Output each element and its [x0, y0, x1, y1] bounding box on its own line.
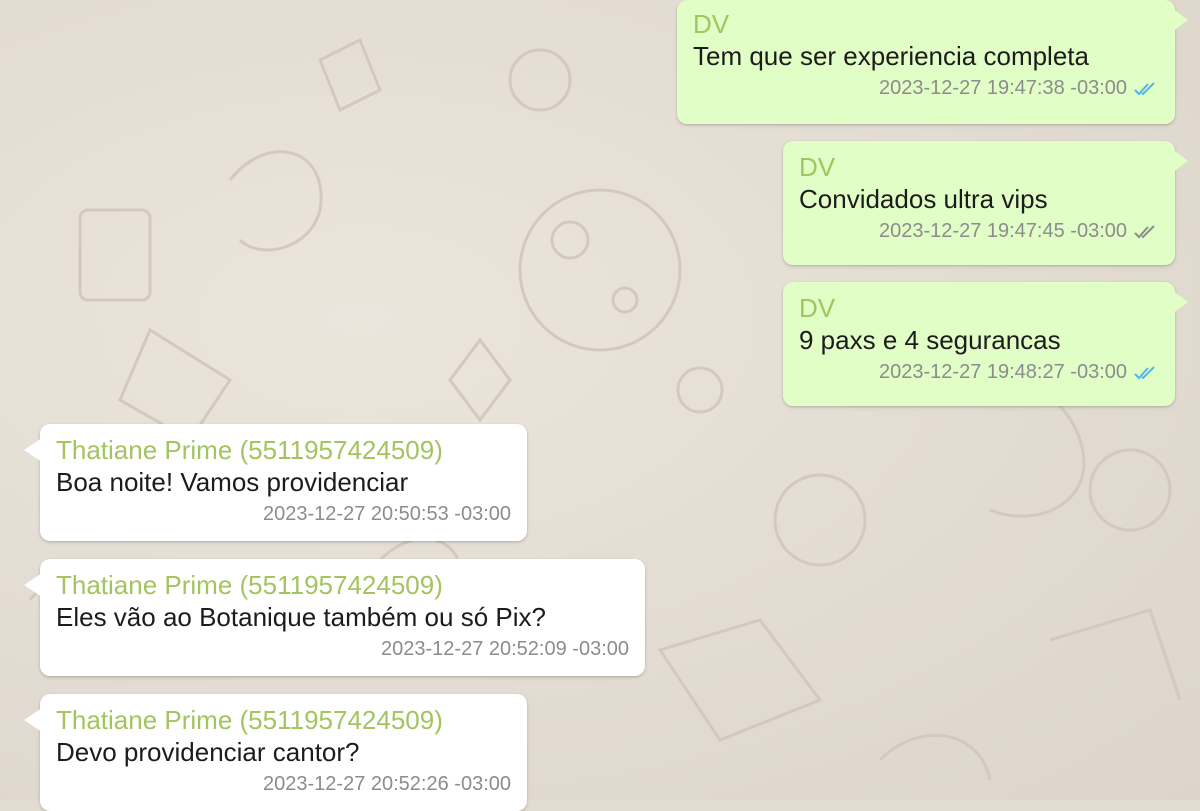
sender-name: Thatiane Prime (5511957424509) [56, 435, 443, 465]
sender-name: DV [799, 293, 836, 323]
message-meta: 2023-12-27 19:48:27 -03:00 [799, 358, 1159, 386]
message-meta: 2023-12-27 19:47:45 -03:00 [799, 217, 1159, 245]
message-timestamp: 2023-12-27 19:47:45 -03:00 [879, 220, 1127, 242]
double-check-gray-icon [1133, 224, 1159, 240]
message-text: Convidados ultra vips [799, 184, 1048, 214]
sender-name: DV [799, 152, 836, 182]
outgoing-message[interactable]: DV Convidados ultra vips 2023-12-27 19:4… [783, 141, 1188, 265]
message-text: Tem que ser experiencia completa [693, 41, 1089, 71]
message-text: Boa noite! Vamos providenciar [56, 467, 409, 497]
sender-name: Thatiane Prime (5511957424509) [56, 705, 443, 735]
incoming-message[interactable]: Thatiane Prime (5511957424509) Boa noite… [24, 424, 527, 541]
outgoing-message[interactable]: DV 9 paxs e 4 segurancas 2023-12-27 19:4… [783, 282, 1188, 406]
message-timestamp: 2023-12-27 20:50:53 -03:00 [263, 503, 511, 525]
message-timestamp: 2023-12-27 20:52:26 -03:00 [263, 773, 511, 795]
message-text: 9 paxs e 4 segurancas [799, 325, 1061, 355]
outgoing-message[interactable]: DV Tem que ser experiencia completa 2023… [677, 0, 1188, 124]
incoming-message[interactable]: Thatiane Prime (5511957424509) Eles vão … [24, 559, 645, 676]
double-check-blue-icon [1133, 81, 1159, 97]
sender-name: DV [693, 9, 730, 39]
message-meta: 2023-12-27 19:47:38 -03:00 [693, 74, 1159, 102]
message-timestamp: 2023-12-27 19:48:27 -03:00 [879, 361, 1127, 383]
message-text: Eles vão ao Botanique também ou só Pix? [56, 602, 546, 632]
incoming-message[interactable]: Thatiane Prime (5511957424509) Devo prov… [24, 694, 527, 811]
message-timestamp: 2023-12-27 20:52:09 -03:00 [381, 638, 629, 660]
sender-name: Thatiane Prime (5511957424509) [56, 570, 443, 600]
message-text: Devo providenciar cantor? [56, 737, 360, 767]
message-timestamp: 2023-12-27 19:47:38 -03:00 [879, 77, 1127, 99]
double-check-blue-icon [1133, 365, 1159, 381]
